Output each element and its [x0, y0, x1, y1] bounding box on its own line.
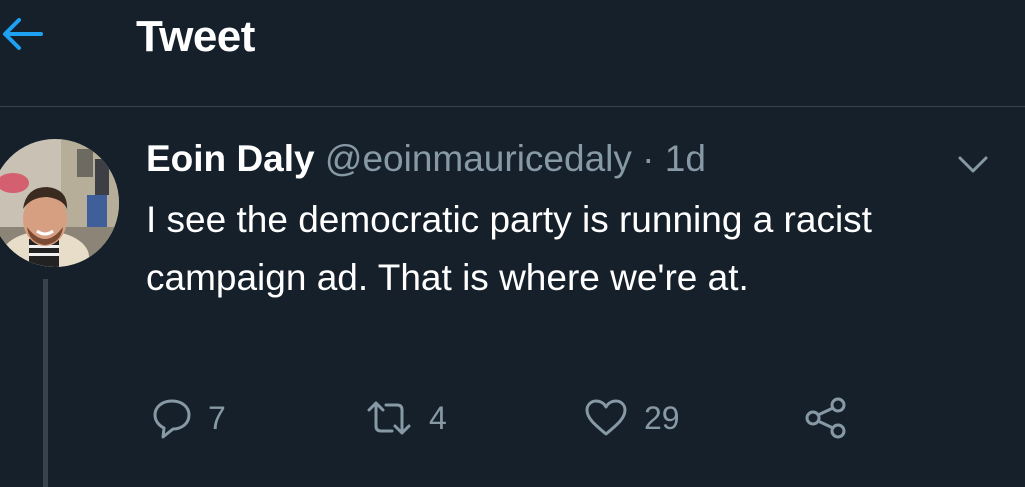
share-icon: [805, 397, 847, 439]
share-button[interactable]: [805, 393, 847, 443]
author-name[interactable]: Eoin Daly: [146, 138, 315, 179]
top-bar: Tweet: [0, 0, 1025, 107]
separator: ·: [642, 138, 655, 179]
retweet-button[interactable]: 4: [365, 393, 447, 443]
page-title: Tweet: [136, 12, 255, 61]
tweet-detail-screen: Tweet Eoin Daly @eoinmauricedaly · 1d I …: [0, 0, 1025, 487]
timestamp[interactable]: 1d: [665, 138, 706, 179]
retweet-icon: [365, 398, 413, 438]
retweet-count: 4: [429, 399, 447, 436]
like-button[interactable]: 29: [584, 393, 680, 443]
tweet[interactable]: Eoin Daly @eoinmauricedaly · 1d I see th…: [0, 107, 1025, 487]
thread-line: [43, 279, 48, 487]
avatar[interactable]: [0, 139, 119, 267]
reply-icon: [152, 397, 192, 439]
like-count: 29: [644, 399, 680, 436]
reply-count: 7: [208, 399, 226, 436]
tweet-menu-button[interactable]: [956, 151, 990, 177]
tweet-header: Eoin Daly @eoinmauricedaly · 1d: [146, 137, 706, 181]
heart-icon: [584, 398, 628, 438]
tweet-actions: 7 4 29: [0, 393, 1025, 443]
reply-button[interactable]: 7: [152, 393, 226, 443]
author-handle[interactable]: @eoinmauricedaly: [325, 138, 632, 179]
chevron-down-icon: [956, 156, 990, 181]
tweet-text: I see the democratic party is running a …: [146, 199, 872, 298]
arrow-left-icon: [1, 17, 43, 56]
back-button[interactable]: [0, 14, 44, 58]
